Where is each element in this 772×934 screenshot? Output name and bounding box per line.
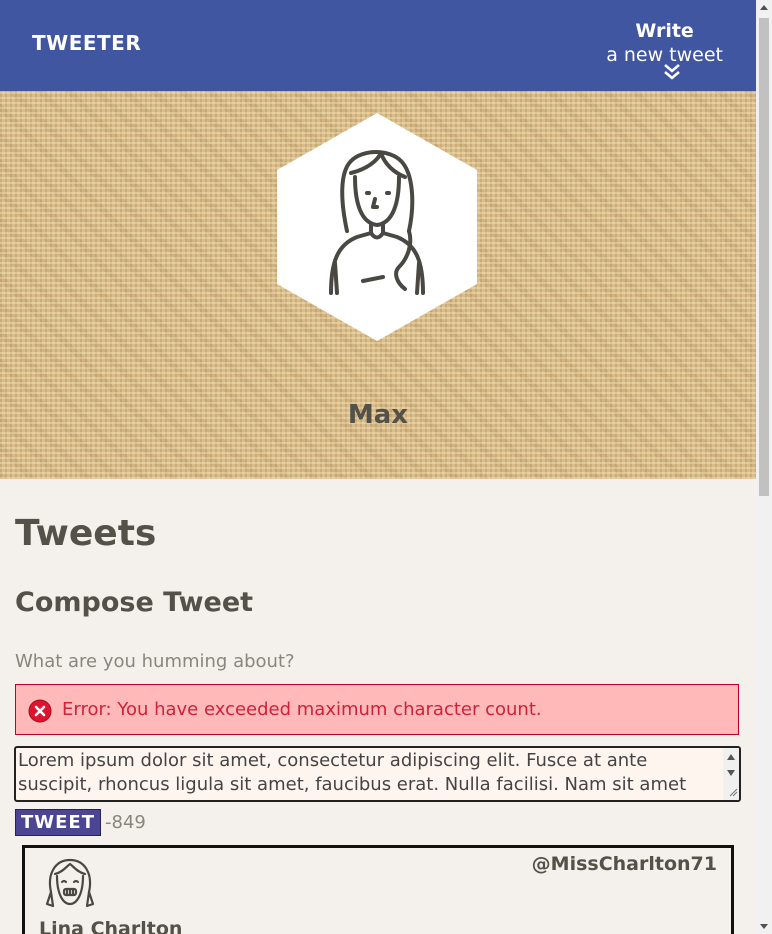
compose-title: Compose Tweet xyxy=(15,587,254,618)
tweet-author-name: Lina Charlton xyxy=(39,918,183,934)
textarea-scrollbar[interactable] xyxy=(723,748,739,800)
page: TWEETER Write a new tweet Max Tweets Com… xyxy=(0,0,772,934)
tweet-textarea-value[interactable]: Lorem ipsum dolor sit amet, consectetur … xyxy=(18,749,708,800)
page-title: Tweets xyxy=(15,513,157,554)
compose-prompt-label: What are you humming about? xyxy=(15,651,295,672)
scroll-down-icon[interactable] xyxy=(756,920,772,934)
error-x-icon xyxy=(28,699,52,723)
tweet-author-handle: @MissCharlton71 xyxy=(531,853,717,875)
error-text: Error: You have exceeded maximum charact… xyxy=(62,699,542,720)
character-counter: -849 xyxy=(105,812,146,833)
tweet-card: Lina Charlton @MissCharlton71 xyxy=(22,845,734,934)
brand-logo[interactable]: TWEETER xyxy=(32,31,141,55)
page-scrollbar-thumb[interactable] xyxy=(759,18,769,496)
user-avatar-icon xyxy=(277,113,477,341)
write-label: Write xyxy=(635,20,694,42)
tweet-button[interactable]: TWEET xyxy=(15,809,101,836)
page-scrollbar[interactable] xyxy=(756,0,772,934)
scroll-up-icon[interactable] xyxy=(756,0,772,14)
write-tweet-link[interactable]: Write a new tweet xyxy=(606,19,723,67)
double-chevron-down-icon[interactable] xyxy=(662,62,682,82)
smiling-girl-avatar-icon xyxy=(45,858,95,908)
scroll-arrows-icon xyxy=(727,754,738,797)
nav-bar: TWEETER Write a new tweet xyxy=(0,0,756,91)
error-message: Error: You have exceeded maximum charact… xyxy=(15,684,739,735)
profile-header: Max xyxy=(0,91,756,479)
tweet-textarea[interactable]: Lorem ipsum dolor sit amet, consectetur … xyxy=(14,746,741,802)
profile-name: Max xyxy=(347,400,409,430)
